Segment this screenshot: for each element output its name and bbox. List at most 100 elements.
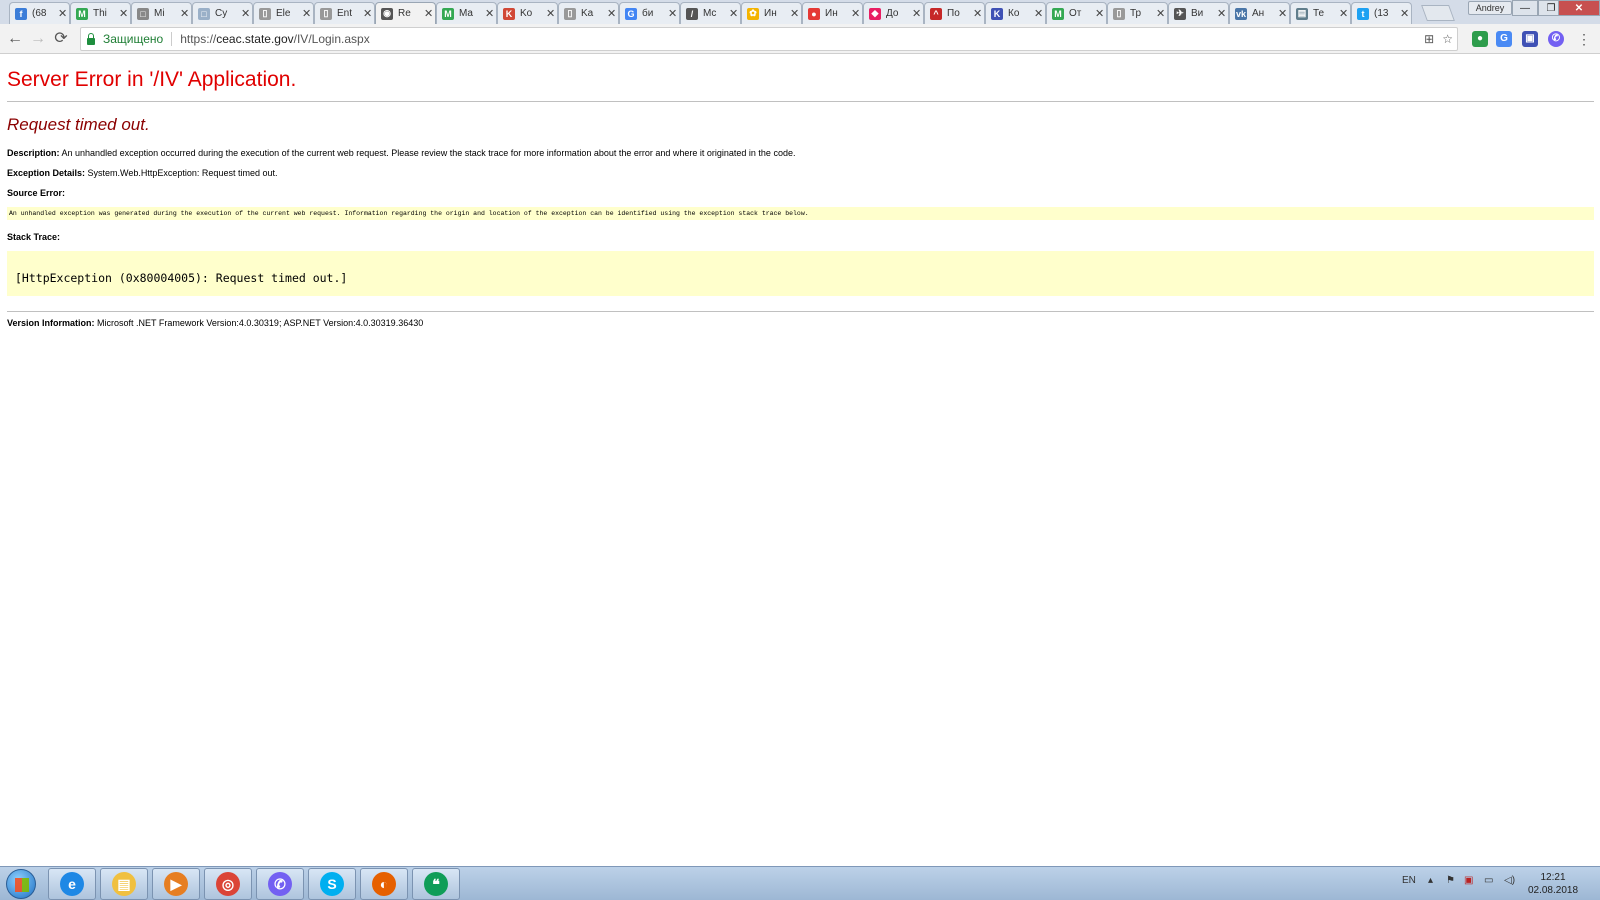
tab-favicon-icon: ^ [930,7,942,20]
forward-icon[interactable]: → [28,30,48,48]
browser-tab[interactable]: t (13 ✕ [1351,2,1412,24]
translate-icon[interactable]: ⊞ [1424,32,1434,46]
tab-close-icon[interactable]: ✕ [1339,7,1348,20]
browser-tab[interactable]: ▤ Те ✕ [1290,2,1351,24]
tab-close-icon[interactable]: ✕ [1400,7,1409,20]
url-scheme: https:// [180,32,217,46]
taskbar-internet-explorer-button[interactable]: e [48,868,96,900]
tab-close-icon[interactable]: ✕ [668,7,677,20]
title-divider [7,101,1594,102]
tab-title: Ин [764,8,777,19]
tab-close-icon[interactable]: ✕ [729,7,738,20]
browser-tab[interactable]: ▯ Ent ✕ [314,2,375,24]
tab-close-icon[interactable]: ✕ [302,7,311,20]
secure-label[interactable]: Защищено [103,32,163,46]
browser-tab[interactable]: ● Ин ✕ [802,2,863,24]
browser-tab[interactable]: ▯ Тр ✕ [1107,2,1168,24]
tab-favicon-icon: □ [137,7,149,20]
tab-title: Тр [1130,8,1142,19]
tab-favicon-icon: K [991,7,1003,20]
lock-icon[interactable] [87,32,95,45]
tab-close-icon[interactable]: ✕ [363,7,372,20]
description-line: Description: An unhandled exception occu… [7,148,1594,158]
browser-tab[interactable]: Gби ✕ [619,2,680,24]
browser-tab[interactable]: ▯ Ele ✕ [253,2,314,24]
tab-close-icon[interactable]: ✕ [851,7,860,20]
browser-tab[interactable]: ✿ Ин ✕ [741,2,802,24]
tab-close-icon[interactable]: ✕ [424,7,433,20]
taskbar-hangouts-button[interactable]: ❝ [412,868,460,900]
address-bar[interactable]: Защищено https://ceac.state.gov/IV/Login… [80,27,1458,51]
browser-toolbar: ← → ⟳ Защищено https://ceac.state.gov/IV… [0,24,1600,54]
volume-icon[interactable]: ◁) [1504,875,1515,886]
url-path: /IV/Login.aspx [293,32,370,46]
taskbar-viber-button[interactable]: ✆ [256,868,304,900]
tab-close-icon[interactable]: ✕ [1095,7,1104,20]
tab-close-icon[interactable]: ✕ [241,7,250,20]
bookmark-star-icon[interactable]: ☆ [1442,32,1453,46]
tab-title: До [886,8,899,19]
tab-close-icon[interactable]: ✕ [973,7,982,20]
tab-close-icon[interactable]: ✕ [1217,7,1226,20]
tab-close-icon[interactable]: ✕ [607,7,616,20]
browser-tab[interactable]: K Ко ✕ [985,2,1046,24]
browser-tab[interactable]: M От ✕ [1046,2,1107,24]
taskbar-skype-button[interactable]: S [308,868,356,900]
extension-shield-icon[interactable]: ▣ [1522,31,1538,47]
browser-tab[interactable]: M Thi ✕ [70,2,131,24]
tab-title: Ma [459,8,473,19]
browser-tab[interactable]: / Mc ✕ [680,2,741,24]
browser-tab[interactable]: ^ По ✕ [924,2,985,24]
extension-green-icon[interactable]: ● [1472,31,1488,47]
start-button[interactable] [6,869,36,899]
browser-tab[interactable]: ✈ Ви ✕ [1168,2,1229,24]
new-tab-button[interactable] [1421,5,1455,21]
tab-close-icon[interactable]: ✕ [912,7,921,20]
browser-tab[interactable]: ▯ Ka ✕ [558,2,619,24]
tray-expand-icon[interactable]: ▴ [1428,875,1433,886]
profile-button[interactable]: Andrey [1468,1,1512,15]
taskbar-chrome-button[interactable]: ◎ [204,868,252,900]
tab-favicon-icon: t [1357,7,1369,20]
error-subtitle: Request timed out. [7,115,150,134]
close-window-button[interactable]: ✕ [1558,0,1600,16]
tab-close-icon[interactable]: ✕ [1156,7,1165,20]
browser-tab[interactable]: M Ma ✕ [436,2,497,24]
tab-close-icon[interactable]: ✕ [58,7,67,20]
browser-tab[interactable]: □ Cy ✕ [192,2,253,24]
tab-close-icon[interactable]: ✕ [119,7,128,20]
back-icon[interactable]: ← [5,30,25,48]
version-label: Version Information: [7,318,95,328]
taskbar-file-explorer-button[interactable]: ▤ [100,868,148,900]
clock-date: 02.08.2018 [1527,885,1579,896]
taskbar-media-player-button[interactable]: ▶ [152,868,200,900]
tab-close-icon[interactable]: ✕ [1278,7,1287,20]
browser-tab[interactable]: K Ko ✕ [497,2,558,24]
browser-tab[interactable]: ◉ Re ✕ [375,2,436,24]
skype-icon: S [320,872,344,896]
action-center-flag-icon[interactable]: ⚑ [1446,875,1455,886]
security-tray-icon[interactable]: ▣ [1464,875,1473,886]
tab-close-icon[interactable]: ✕ [485,7,494,20]
system-clock[interactable]: 12:21 02.08.2018 [1518,871,1588,897]
exception-line: Exception Details: System.Web.HttpExcept… [7,168,1594,178]
network-icon[interactable]: ▭ [1484,875,1493,886]
url-text[interactable]: https://ceac.state.gov/IV/Login.aspx [180,32,369,46]
tab-close-icon[interactable]: ✕ [790,7,799,20]
menu-icon[interactable]: ⋮ [1574,30,1594,48]
tab-close-icon[interactable]: ✕ [180,7,189,20]
language-indicator[interactable]: EN [1402,875,1416,886]
browser-tab[interactable]: f (68 ✕ [9,2,70,24]
exception-label: Exception Details: [7,168,86,178]
taskbar-firefox-button[interactable]: ◐ [360,868,408,900]
browser-tab[interactable]: ◆ До ✕ [863,2,924,24]
minimize-button[interactable]: — [1512,0,1538,16]
extension-viber-icon[interactable]: ✆ [1548,31,1564,47]
browser-tab[interactable]: vk Ан ✕ [1229,2,1290,24]
extension-translate-icon[interactable]: G [1496,31,1512,47]
tab-close-icon[interactable]: ✕ [1034,7,1043,20]
reload-icon[interactable]: ⟳ [51,30,71,48]
description-label: Description: [7,148,60,158]
tab-close-icon[interactable]: ✕ [546,7,555,20]
browser-tab[interactable]: □ Mi ✕ [131,2,192,24]
